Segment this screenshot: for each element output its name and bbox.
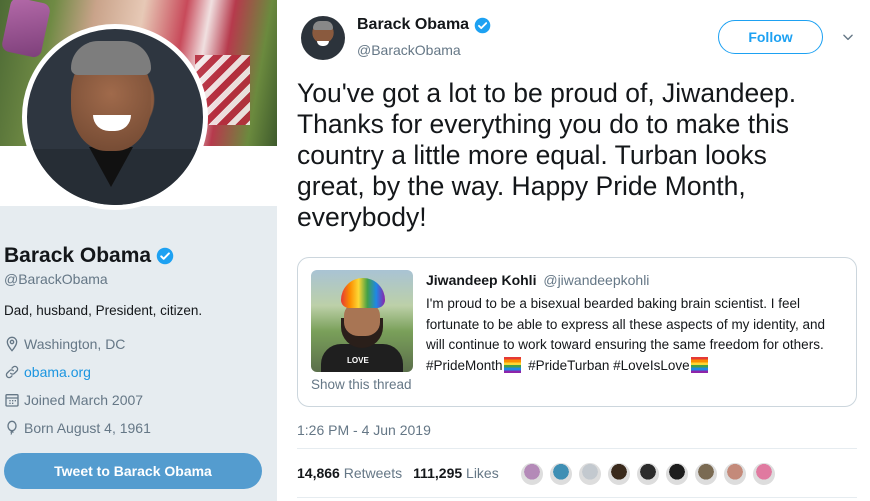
quoted-tweet-body: I'm proud to be a bisexual bearded bakin… bbox=[426, 296, 825, 352]
quoted-tweet-text: I'm proud to be a bisexual bearded bakin… bbox=[426, 294, 846, 376]
tweet-timestamp[interactable]: 1:26 PM - 4 Jun 2019 bbox=[297, 422, 431, 438]
rainbow-flag-icon bbox=[690, 356, 708, 373]
liker-avatar[interactable] bbox=[694, 462, 718, 486]
rainbow-flag-icon bbox=[503, 356, 521, 373]
show-thread-link[interactable]: Show this thread bbox=[311, 377, 412, 392]
profile-handle[interactable]: @BarackObama bbox=[4, 271, 108, 287]
divider bbox=[297, 448, 857, 449]
profile-website-link[interactable]: obama.org bbox=[24, 364, 91, 380]
hashtag-loveislove[interactable]: #LoveIsLove bbox=[613, 358, 690, 373]
quoted-image-turban bbox=[341, 278, 385, 308]
profile-sidebar: Barack Obama @BarackObama Dad, husband, … bbox=[0, 0, 277, 501]
author-handle[interactable]: @BarackObama bbox=[357, 42, 461, 58]
liker-avatar[interactable] bbox=[665, 462, 689, 486]
verified-badge-icon bbox=[474, 17, 491, 33]
quoted-tweet[interactable]: LOVE Jiwandeep Kohli @jiwandeepkohli I'm… bbox=[297, 257, 857, 407]
divider bbox=[297, 497, 857, 498]
liker-avatar[interactable] bbox=[636, 462, 660, 486]
quoted-tweet-image[interactable]: LOVE bbox=[311, 270, 413, 372]
profile-name-text[interactable]: Barack Obama bbox=[4, 244, 151, 268]
follow-button[interactable]: Follow bbox=[718, 20, 823, 54]
author-avatar[interactable] bbox=[301, 16, 345, 60]
retweets-label[interactable]: Retweets bbox=[344, 465, 402, 481]
author-name-text[interactable]: Barack Obama bbox=[357, 16, 469, 34]
likes-stat[interactable]: 111,295 Likes bbox=[413, 465, 499, 481]
liker-avatar[interactable] bbox=[549, 462, 573, 486]
tweet-stats: 14,866 Retweets 111,295 Likes bbox=[297, 465, 499, 481]
author-name[interactable]: Barack Obama bbox=[357, 16, 491, 34]
quoted-tweet-header: Jiwandeep Kohli @jiwandeepkohli bbox=[426, 272, 649, 288]
avatar-hair bbox=[71, 41, 151, 75]
profile-joined: Joined March 2007 bbox=[4, 392, 143, 408]
author-avatar-smile bbox=[317, 41, 329, 46]
likes-label[interactable]: Likes bbox=[466, 465, 499, 481]
tweet-detail: Barack Obama @BarackObama Follow You've … bbox=[277, 0, 870, 501]
liker-avatar[interactable] bbox=[520, 462, 544, 486]
liker-avatar[interactable] bbox=[578, 462, 602, 486]
likes-count[interactable]: 111,295 bbox=[413, 465, 462, 481]
profile-bio: Dad, husband, President, citizen. bbox=[4, 303, 203, 318]
profile-avatar[interactable] bbox=[22, 24, 208, 210]
retweets-stat[interactable]: 14,866 Retweets bbox=[297, 465, 402, 481]
tweet-to-button[interactable]: Tweet to Barack Obama bbox=[4, 453, 262, 489]
balloon-icon bbox=[7, 420, 17, 435]
profile-location: Washington, DC bbox=[4, 336, 125, 352]
hashtag-prideturban[interactable]: #PrideTurban bbox=[528, 358, 609, 373]
profile-birthday: Born August 4, 1961 bbox=[4, 420, 151, 436]
liker-avatar[interactable] bbox=[752, 462, 776, 486]
calendar-icon bbox=[5, 394, 19, 407]
banner-phone-shape bbox=[0, 0, 52, 59]
liker-avatar[interactable] bbox=[723, 462, 747, 486]
location-pin-icon bbox=[6, 336, 18, 352]
tweet-text: You've got a lot to be proud of, Jiwande… bbox=[297, 78, 797, 232]
chevron-down-icon[interactable] bbox=[841, 30, 855, 44]
verified-badge-icon bbox=[156, 247, 174, 265]
profile-name[interactable]: Barack Obama bbox=[4, 244, 174, 268]
profile-website[interactable]: obama.org bbox=[4, 364, 91, 380]
author-avatar-hair bbox=[313, 21, 333, 30]
retweets-count[interactable]: 14,866 bbox=[297, 465, 340, 481]
liker-avatars bbox=[520, 462, 776, 486]
profile-location-text: Washington, DC bbox=[24, 336, 126, 352]
quoted-author-handle[interactable]: @jiwandeepkohli bbox=[543, 272, 649, 288]
link-icon bbox=[5, 365, 19, 379]
quoted-author-name[interactable]: Jiwandeep Kohli bbox=[426, 272, 536, 288]
hashtag-pridemonth[interactable]: #PrideMonth bbox=[426, 358, 503, 373]
quoted-image-shirt-text: LOVE bbox=[347, 356, 369, 365]
liker-avatar[interactable] bbox=[607, 462, 631, 486]
profile-birthday-text: Born August 4, 1961 bbox=[24, 420, 151, 436]
profile-joined-text: Joined March 2007 bbox=[24, 392, 144, 408]
